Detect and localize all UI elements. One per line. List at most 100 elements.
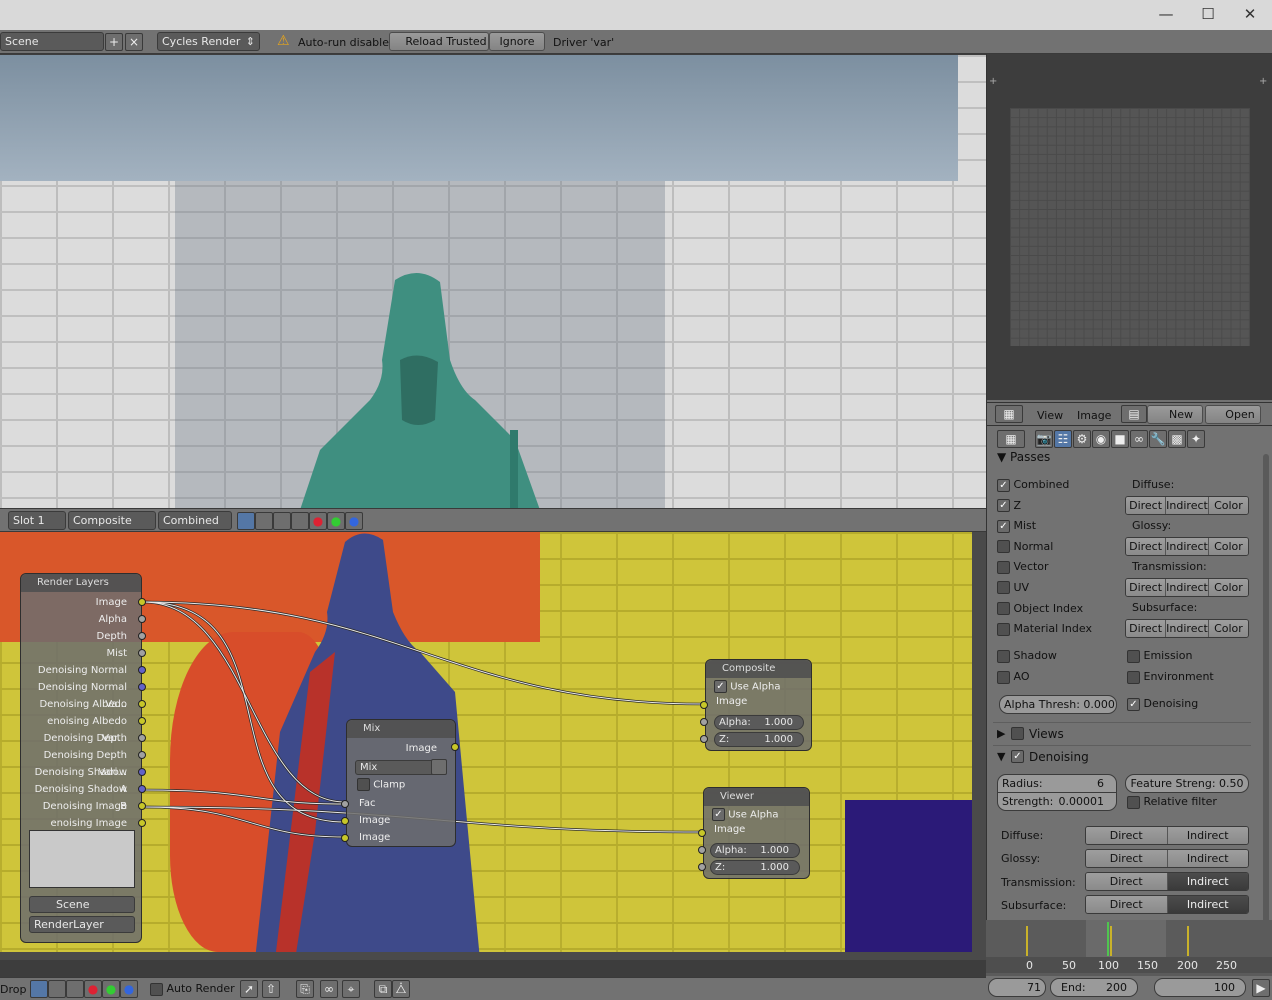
- alpha-threshold-field[interactable]: Alpha Thresh: 0.000: [999, 695, 1117, 714]
- reload-trusted-button[interactable]: Reload Trusted: [389, 32, 489, 51]
- composite-image-socket[interactable]: [700, 701, 708, 709]
- socket-denoising-depth-var[interactable]: [138, 751, 146, 759]
- timeline-ruler[interactable]: 0 50 100 150 200 250: [986, 957, 1272, 973]
- copy-icon[interactable]: ⎘: [296, 980, 314, 998]
- link-icon[interactable]: ∞: [320, 980, 338, 998]
- socket-denoising-albedo-var[interactable]: [138, 717, 146, 725]
- end-frame-field[interactable]: End: 200: [1050, 978, 1138, 997]
- pass-material-index[interactable]: Material Index: [997, 622, 1092, 643]
- maximize-icon[interactable]: ☐: [1188, 4, 1228, 24]
- socket-denoising-depth[interactable]: [138, 734, 146, 742]
- denoise-transmission-direct[interactable]: Direct: [1086, 873, 1168, 890]
- add-region-icon-right[interactable]: +: [1259, 76, 1267, 87]
- pass-ao[interactable]: AO: [997, 670, 1030, 684]
- views-checkbox[interactable]: [1011, 727, 1024, 740]
- pass-checkbox[interactable]: ✓: [997, 478, 1010, 492]
- denoise-transmission-indirect[interactable]: Indirect: [1167, 873, 1248, 890]
- renderlayer-selector[interactable]: RenderLayer: [29, 916, 135, 933]
- mix-node[interactable]: Mix Image Mix Clamp Fac Image Image: [346, 719, 456, 847]
- pass-z[interactable]: ✓ Z: [997, 499, 1092, 520]
- pass-checkbox[interactable]: ✓: [997, 499, 1010, 513]
- socket-denoising-image-var[interactable]: [138, 819, 146, 827]
- socket-denoising-normal[interactable]: [138, 666, 146, 674]
- glossy-direct-button[interactable]: Direct: [1126, 538, 1167, 555]
- footer-blue-icon[interactable]: ●: [120, 980, 138, 998]
- feature-strength-field[interactable]: Feature Streng: 0.50: [1125, 774, 1249, 793]
- pass-checkbox[interactable]: ✓: [997, 519, 1010, 533]
- render-engine-select[interactable]: Cycles Render ⇕: [157, 32, 260, 51]
- editor-type-icon[interactable]: ▦: [995, 405, 1023, 423]
- scene-field[interactable]: Scene: [0, 32, 104, 51]
- pass-checkbox[interactable]: [997, 622, 1010, 636]
- pass-mist[interactable]: ✓ Mist: [997, 519, 1092, 540]
- passes-panel-header[interactable]: ▼ Passes: [997, 450, 1050, 464]
- auto-render-checkbox[interactable]: [150, 982, 163, 996]
- slot-select[interactable]: Slot 1: [8, 511, 66, 530]
- transmission-indirect-button[interactable]: Indirect: [1166, 579, 1209, 596]
- scene-selector[interactable]: Scene: [29, 896, 135, 913]
- constraints-tab-icon[interactable]: ∞: [1130, 430, 1148, 448]
- shadow-checkbox[interactable]: [997, 649, 1010, 663]
- current-frame-field[interactable]: 71: [988, 978, 1046, 997]
- viewer-image-socket[interactable]: [698, 829, 706, 837]
- transmission-color-button[interactable]: Color: [1208, 579, 1248, 596]
- view-menu[interactable]: View: [1037, 409, 1063, 422]
- copy-nodes-icon[interactable]: ⧉: [374, 980, 392, 998]
- render-layers-tab-icon[interactable]: ☷: [1054, 430, 1072, 448]
- socket-denoising-image[interactable]: [138, 802, 146, 810]
- composite-alpha-socket[interactable]: [700, 718, 708, 726]
- viewer-use-alpha-row[interactable]: ✓ Use Alpha: [704, 806, 809, 823]
- pass-uv[interactable]: UV: [997, 581, 1092, 602]
- pass-combined[interactable]: ✓ Combined: [997, 478, 1092, 499]
- ao-checkbox[interactable]: [997, 670, 1010, 684]
- denoising-pass-checkbox[interactable]: ✓: [1127, 697, 1140, 711]
- node-scrollbar[interactable]: [972, 532, 986, 960]
- socket-denoising-shadow-a[interactable]: [138, 768, 146, 776]
- mask-icon[interactable]: [291, 512, 309, 530]
- object-tab-icon[interactable]: ■: [1111, 430, 1129, 448]
- viewer-z-socket[interactable]: [698, 863, 706, 871]
- composite-use-alpha-checkbox[interactable]: ✓: [714, 680, 727, 693]
- footer-alpha-icon[interactable]: [48, 980, 66, 998]
- grid-snap-icon[interactable]: ⌖: [342, 980, 360, 998]
- denoising-panel-header[interactable]: ▼ ✓ Denoising: [993, 745, 1251, 767]
- properties-editor-icon[interactable]: ▦: [997, 430, 1025, 448]
- pass-normal[interactable]: Normal: [997, 540, 1092, 561]
- new-image-button[interactable]: New: [1147, 405, 1203, 424]
- composite-z-field[interactable]: Z: 1.000: [714, 732, 804, 747]
- render-preview[interactable]: [0, 55, 986, 508]
- properties-scrollbar[interactable]: [1263, 454, 1269, 964]
- denoising-pass-toggle[interactable]: ✓ Denoising: [1127, 697, 1198, 711]
- footer-green-icon[interactable]: ●: [102, 980, 120, 998]
- green-channel-icon[interactable]: ●: [327, 512, 345, 530]
- relative-filter-toggle[interactable]: Relative filter: [1127, 795, 1217, 809]
- render-tab-icon[interactable]: 📷: [1035, 430, 1053, 448]
- subsurface-indirect-button[interactable]: Indirect: [1166, 620, 1209, 637]
- viewer-use-alpha-checkbox[interactable]: ✓: [712, 808, 725, 821]
- footer-color-icon[interactable]: [30, 980, 48, 998]
- composite-z-socket[interactable]: [700, 735, 708, 743]
- mix-input1-socket[interactable]: [341, 817, 349, 825]
- mix-mode-select[interactable]: Mix: [355, 760, 437, 775]
- particles-tab-icon[interactable]: ✦: [1187, 430, 1205, 448]
- diffuse-color-button[interactable]: Color: [1208, 497, 1248, 514]
- environment-checkbox[interactable]: [1127, 670, 1140, 684]
- clamp-row[interactable]: Clamp: [357, 778, 405, 791]
- denoise-glossy-direct[interactable]: Direct: [1086, 850, 1168, 867]
- glossy-indirect-button[interactable]: Indirect: [1166, 538, 1209, 555]
- socket-depth[interactable]: [138, 632, 146, 640]
- open-image-button[interactable]: Open: [1205, 405, 1261, 424]
- render-layers-node[interactable]: Render Layers Image Alpha Depth Mist Den…: [20, 573, 142, 943]
- viewer-alpha-socket[interactable]: [698, 846, 706, 854]
- footer-red-icon[interactable]: ●: [84, 980, 102, 998]
- mix-alpha-icon[interactable]: [431, 759, 447, 775]
- subsurface-direct-button[interactable]: Direct: [1126, 620, 1167, 637]
- texture-tab-icon[interactable]: ▩: [1168, 430, 1186, 448]
- denoise-subsurface-indirect[interactable]: Indirect: [1167, 896, 1248, 913]
- relative-filter-checkbox[interactable]: [1127, 795, 1140, 809]
- composite-alpha-field[interactable]: Alpha: 1.000: [714, 715, 804, 730]
- transmission-direct-button[interactable]: Direct: [1126, 579, 1167, 596]
- composite-select[interactable]: Composite: [68, 511, 156, 530]
- jump-end-icon[interactable]: ▶: [1252, 979, 1270, 997]
- pass-checkbox[interactable]: [997, 581, 1010, 595]
